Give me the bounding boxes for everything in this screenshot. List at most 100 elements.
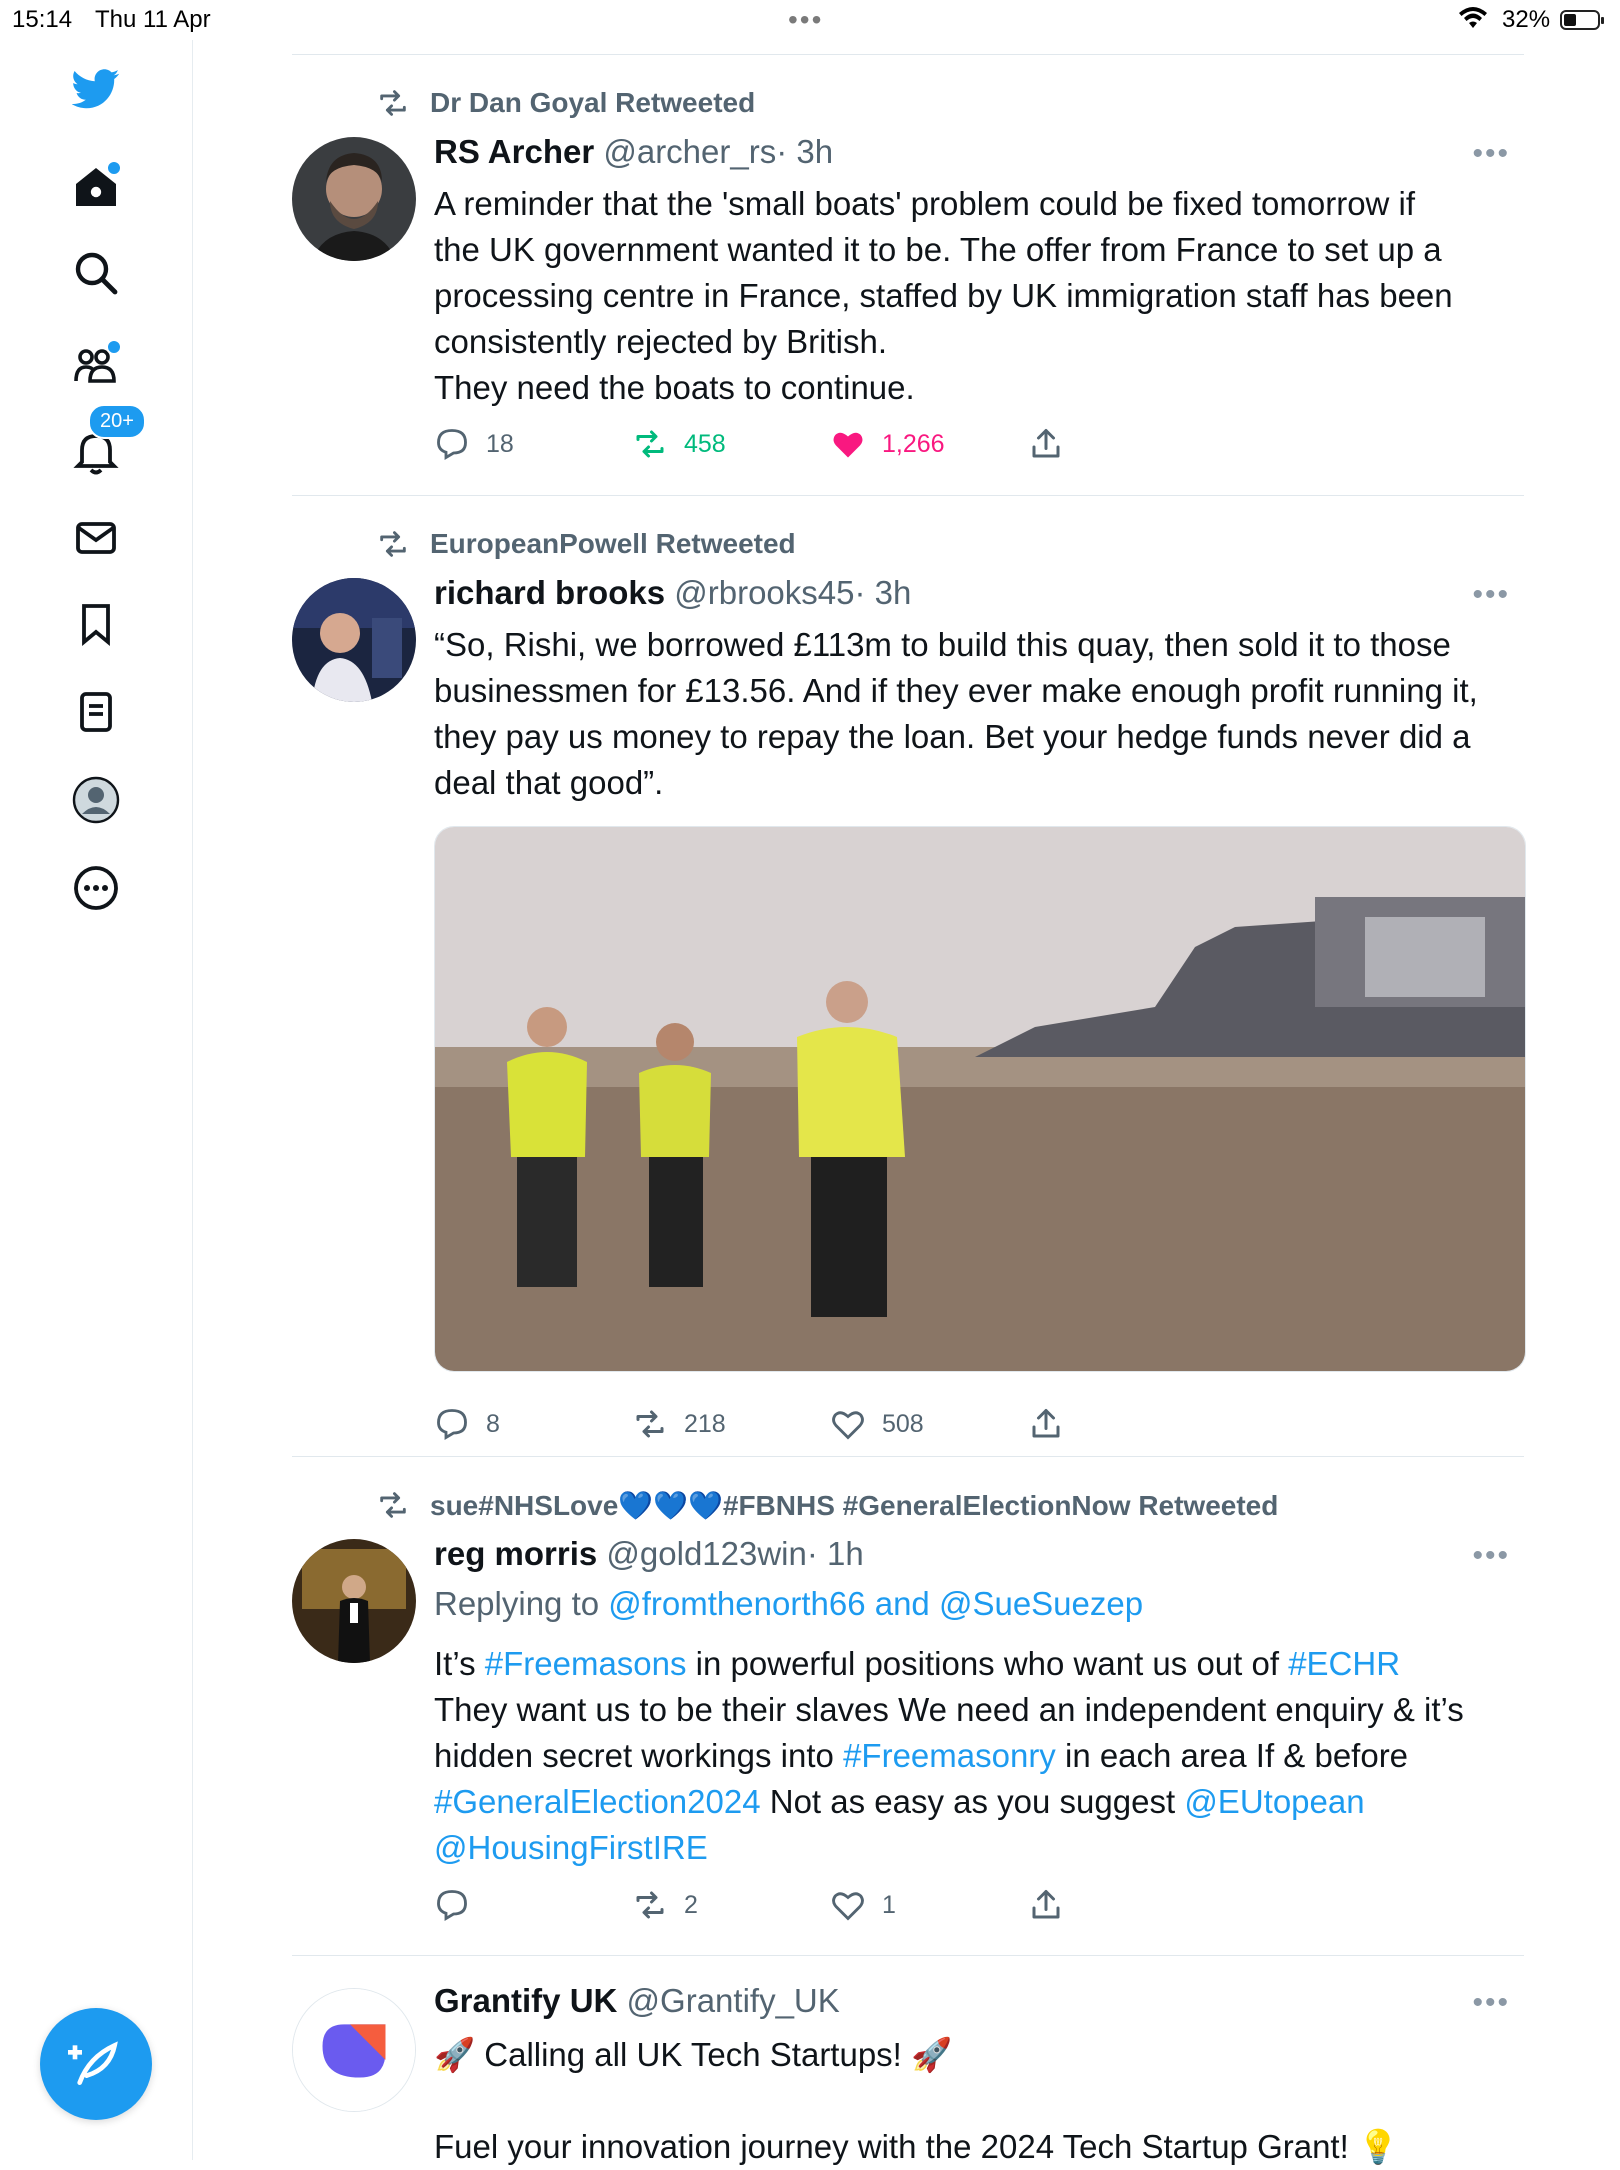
mention-link[interactable]: @HousingFirstIRE [434, 1829, 708, 1866]
text-run: hidden secret workings into [434, 1737, 844, 1774]
tweet-text-line: “So, Rishi, we borrowed £113m to build t… [434, 626, 1451, 663]
text-run: It’s [434, 1645, 485, 1682]
author-handle[interactable]: @gold123win [606, 1535, 806, 1572]
like-button[interactable]: 1 [830, 1887, 896, 1923]
like-button[interactable]: 508 [830, 1406, 924, 1442]
reply-button[interactable]: 18 [434, 426, 514, 462]
tweet-text-line: consistently rejected by British. [434, 323, 888, 360]
share-button[interactable] [1028, 1406, 1080, 1442]
avatar[interactable] [292, 1988, 416, 2112]
wifi-icon [1458, 6, 1488, 37]
author-name[interactable]: Grantify UK [434, 1982, 617, 2019]
tweet-header: richard brooks @rbrooks45· 3h [434, 574, 911, 612]
status-date: Thu 11 Apr [95, 6, 211, 33]
tweet-text-line: Fuel your innovation journey with the 20… [434, 2128, 1400, 2165]
bookmarks-icon[interactable] [56, 584, 136, 664]
retweeted-indicator: EuropeanPowell Retweeted [376, 526, 796, 562]
status-time: 15:14 [12, 6, 73, 33]
tweet-card[interactable]: Dr Dan Goyal Retweeted RS Archer @archer… [292, 85, 1524, 485]
communities-icon[interactable] [56, 325, 136, 405]
battery-percentage: 32% [1502, 6, 1551, 33]
tweet-text-line: processing centre in France, staffed by … [434, 277, 1453, 314]
heart-icon [832, 1892, 864, 1921]
tweet-text-line: the UK government wanted it to be. The o… [434, 231, 1442, 268]
tweet-actions: 18 458 1,266 [434, 426, 1134, 466]
retweet-button[interactable]: 2 [632, 1887, 698, 1923]
reply-button[interactable]: 8 [434, 1406, 500, 1442]
multitasking-dots-icon[interactable]: ••• [788, 4, 823, 36]
tweet-text-line: 🚀 Calling all UK Tech Startups! 🚀 [434, 2036, 953, 2073]
feather-plus-icon [68, 2041, 118, 2085]
tweet-text-line: They need the boats to continue. [434, 369, 915, 406]
tweet-card[interactable]: sue#NHSLove💙💙💙#FBNHS #GeneralElectionNow… [292, 1487, 1524, 1947]
tweet-more-icon[interactable]: ••• [1472, 137, 1510, 171]
reply-count: 8 [486, 1409, 500, 1438]
avatar[interactable] [292, 578, 416, 702]
replying-to-label: Replying to [434, 1585, 609, 1622]
messages-envelope-icon[interactable] [56, 498, 136, 578]
author-handle[interactable]: @Grantify_UK [627, 1982, 840, 2019]
search-icon[interactable] [56, 233, 136, 313]
lists-icon[interactable] [56, 672, 136, 752]
tweet-text-line: hidden secret workings into #Freemasonry… [434, 1733, 1524, 1779]
avatar[interactable] [292, 137, 416, 261]
hashtag-link[interactable]: #ECHR [1288, 1645, 1400, 1682]
hashtag-link[interactable]: #Freemasons [485, 1645, 687, 1682]
tweet-card[interactable]: EuropeanPowell Retweeted richard brooks … [292, 526, 1526, 1446]
tweet-header: reg morris @gold123win· 1h [434, 1535, 864, 1573]
hashtag-link[interactable]: #Freemasonry [843, 1737, 1056, 1774]
home-icon[interactable] [56, 148, 136, 228]
tweet-time: · 1h [806, 1535, 864, 1572]
tweet-more-icon[interactable]: ••• [1472, 1986, 1510, 2020]
like-count: 1 [882, 1890, 896, 1919]
tweet-text-line: @HousingFirstIRE [434, 1825, 1524, 1871]
like-count: 1,266 [882, 429, 945, 458]
avatar[interactable] [292, 1539, 416, 1663]
share-icon [1032, 429, 1060, 458]
hashtag-link[interactable]: #GeneralElection2024 [434, 1783, 761, 1820]
compose-tweet-button[interactable] [40, 2008, 152, 2120]
retweeted-by-text: sue#NHSLove💙💙💙#FBNHS #GeneralElectionNow… [430, 1489, 1279, 1521]
tweet-divider [292, 1456, 1524, 1457]
twitter-logo-icon[interactable] [56, 48, 136, 128]
home-new-dot [106, 160, 122, 176]
tweet-text: A reminder that the 'small boats' proble… [434, 181, 1524, 411]
notifications-bell-icon[interactable]: 20+ [56, 404, 146, 492]
tweet-more-icon[interactable]: ••• [1472, 1539, 1510, 1573]
profile-avatar-icon[interactable] [56, 760, 136, 840]
tweet-text: “So, Rishi, we borrowed £113m to build t… [434, 622, 1524, 806]
author-name[interactable]: richard brooks [434, 574, 665, 611]
tweet-time: · 3h [854, 574, 912, 611]
notifications-badge: 20+ [88, 404, 146, 439]
tweet-actions: 8 218 508 [434, 1406, 1134, 1446]
retweet-icon [380, 1492, 406, 1518]
status-bar: 15:14 Thu 11 Apr ••• 32% [0, 0, 1620, 40]
tweet-card[interactable]: Grantify UK @Grantify_UK ••• 🚀 Calling a… [292, 1976, 1524, 2165]
reply-button[interactable] [434, 1887, 486, 1923]
like-button[interactable]: 1,266 [830, 426, 945, 462]
tweet-actions: 2 1 [434, 1887, 1134, 1927]
retweet-icon [380, 90, 406, 116]
author-name[interactable]: RS Archer [434, 133, 594, 170]
share-button[interactable] [1028, 1887, 1080, 1923]
tweet-text-line: They want us to be their slaves We need … [434, 1691, 1464, 1728]
more-options-icon[interactable] [56, 848, 136, 928]
tweet-header: RS Archer @archer_rs· 3h [434, 133, 833, 171]
retweet-count: 2 [684, 1890, 698, 1919]
reply-icon [437, 1890, 467, 1922]
tweet-photo[interactable] [434, 826, 1526, 1372]
author-name[interactable]: reg morris [434, 1535, 597, 1572]
retweet-button[interactable]: 458 [632, 426, 726, 462]
heart-filled-icon [833, 432, 863, 458]
author-handle[interactable]: @archer_rs [603, 133, 776, 170]
replying-to-users-link[interactable]: @fromthenorth66 and @SueSuezep [608, 1585, 1143, 1622]
share-button[interactable] [1028, 426, 1080, 462]
author-handle[interactable]: @rbrooks45 [674, 574, 854, 611]
reply-icon [437, 429, 467, 461]
mention-link[interactable]: @EUtopean [1184, 1783, 1364, 1820]
tweet-text-line: they pay us money to repay the loan. Bet… [434, 718, 1471, 755]
reply-count: 18 [486, 429, 514, 458]
retweet-button[interactable]: 218 [632, 1406, 726, 1442]
tweet-more-icon[interactable]: ••• [1472, 578, 1510, 612]
retweet-icon [636, 430, 664, 458]
